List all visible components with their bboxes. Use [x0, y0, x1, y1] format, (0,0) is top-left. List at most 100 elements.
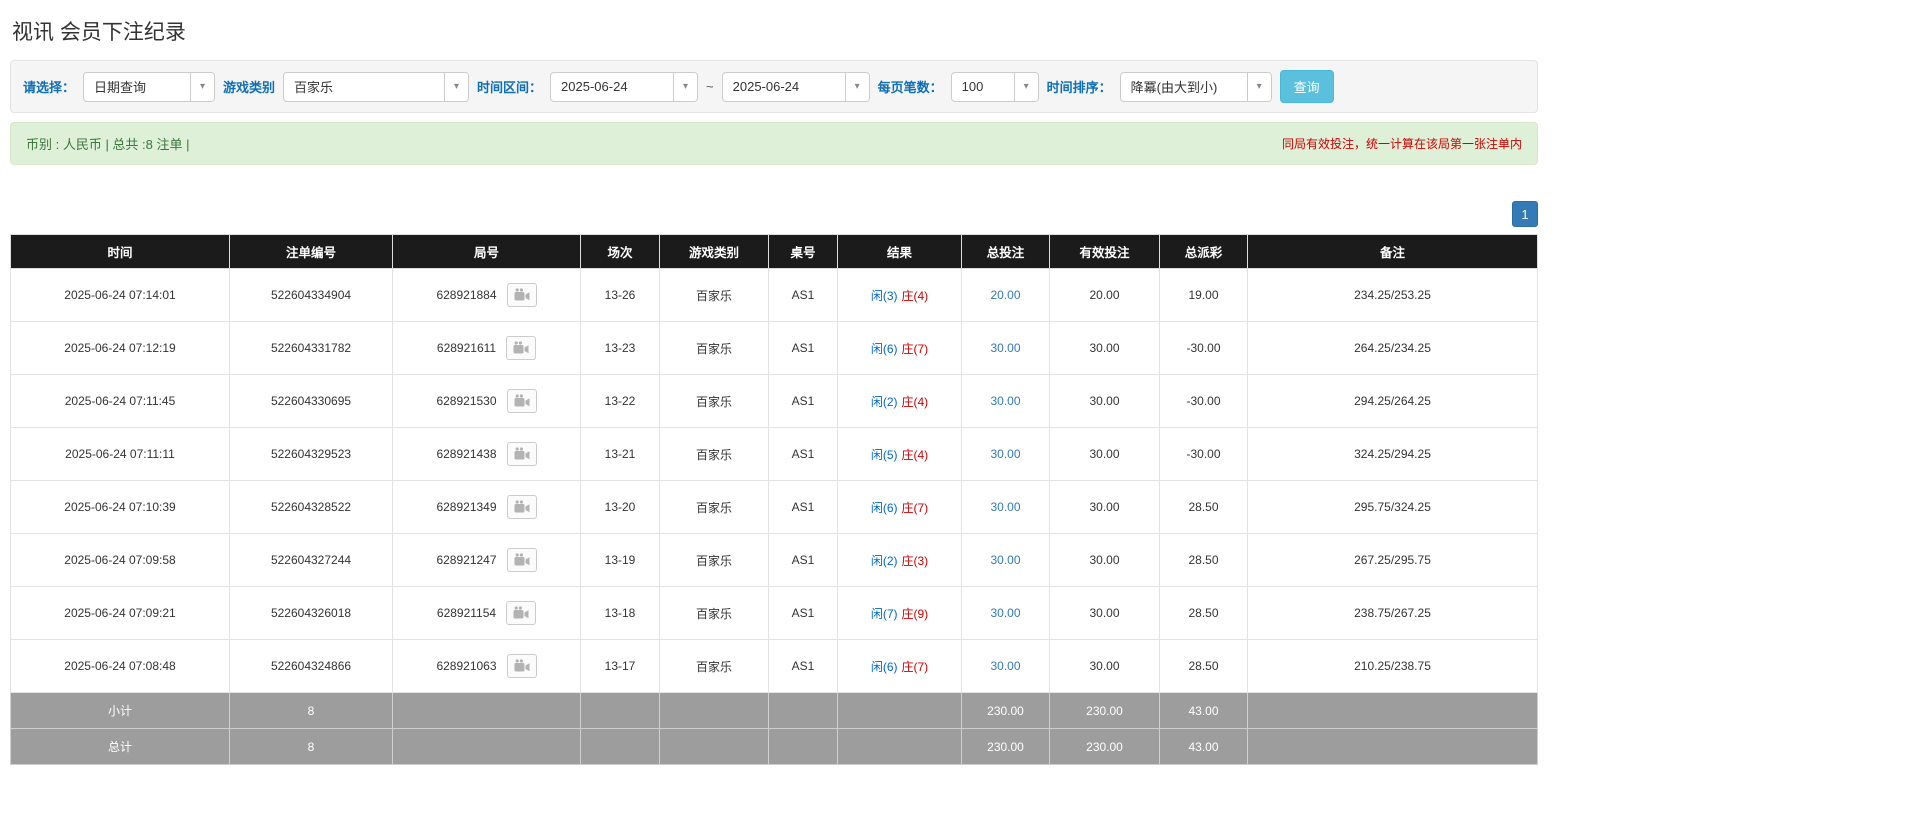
total-bet-link[interactable]: 30.00	[990, 553, 1020, 567]
total-bet-link[interactable]: 30.00	[990, 500, 1020, 514]
video-replay-button[interactable]	[506, 283, 537, 307]
payout-cell: 28.50	[1159, 639, 1248, 693]
player-result: 闲(6)	[870, 500, 898, 515]
table-row: 2025-06-24 07:11:11 522604329523 628921438…	[10, 427, 1538, 481]
summary-valid-bet: 230.00	[1049, 728, 1160, 765]
time-cell: 2025-06-24 07:11:11	[10, 427, 230, 481]
remark-cell: 267.25/295.75	[1247, 533, 1538, 587]
summary-label: 小计	[10, 692, 230, 729]
column-header: 场次	[580, 234, 660, 269]
round-number: 628921247	[436, 553, 497, 567]
date-from-select[interactable]: 2025-06-24 ▾	[550, 71, 699, 102]
total-bet-link[interactable]: 30.00	[990, 341, 1020, 355]
valid-bet-cell: 20.00	[1049, 268, 1160, 322]
table-no-cell: AS1	[768, 268, 838, 322]
round-number: 628921438	[436, 447, 497, 461]
round-cell-inner: 628921438	[436, 442, 537, 466]
summary-empty-cell	[392, 728, 581, 765]
table-no-cell: AS1	[768, 374, 838, 428]
valid-bet-cell: 30.00	[1049, 639, 1160, 693]
total-bet-cell: 20.00	[961, 268, 1050, 322]
total-bet-link[interactable]: 30.00	[990, 606, 1020, 620]
column-header: 备注	[1247, 234, 1538, 269]
summary-empty-cell	[580, 692, 660, 729]
game-type-cell: 百家乐	[659, 533, 769, 587]
summary-count: 8	[229, 728, 393, 765]
player-result: 闲(3)	[870, 288, 898, 303]
pagination-page-1[interactable]: 1	[1512, 201, 1538, 227]
total-bet-link[interactable]: 20.00	[990, 288, 1020, 302]
time-cell: 2025-06-24 07:10:39	[10, 480, 230, 534]
game-type-cell: 百家乐	[659, 480, 769, 534]
summary-empty-cell	[1247, 728, 1538, 765]
summary-empty-cell	[659, 692, 769, 729]
summary-count: 8	[229, 692, 393, 729]
payout-cell: 28.50	[1159, 533, 1248, 587]
game-type-select[interactable]: 百家乐 ▾	[283, 71, 470, 102]
total-bet-cell: 30.00	[961, 480, 1050, 534]
session-cell: 13-18	[580, 586, 660, 640]
round-cell-inner: 628921063	[436, 654, 537, 678]
video-replay-button[interactable]	[506, 601, 537, 625]
result-cell: 闲(6) 庄(7)	[837, 321, 962, 375]
bet-id-cell: 522604329523	[229, 427, 393, 481]
banker-result: 庄(7)	[901, 341, 929, 356]
column-header: 桌号	[768, 234, 838, 269]
result-cell: 闲(2) 庄(4)	[837, 374, 962, 428]
total-bet-link[interactable]: 30.00	[990, 659, 1020, 673]
date-to-value: 2025-06-24	[732, 79, 800, 94]
video-replay-button[interactable]	[506, 654, 537, 678]
game-type-cell: 百家乐	[659, 268, 769, 322]
video-replay-button[interactable]	[506, 495, 537, 519]
date-range-label: 时间区间：	[477, 80, 543, 95]
table-no-cell: AS1	[768, 533, 838, 587]
summary-empty-cell	[768, 692, 838, 729]
search-button[interactable]: 查询	[1279, 70, 1334, 103]
total-bet-link[interactable]: 30.00	[990, 447, 1020, 461]
remark-cell: 294.25/264.25	[1247, 374, 1538, 428]
payout-cell: 28.50	[1159, 480, 1248, 534]
date-to-select[interactable]: 2025-06-24 ▾	[721, 71, 870, 102]
valid-bet-cell: 30.00	[1049, 480, 1160, 534]
video-replay-button[interactable]	[506, 442, 537, 466]
payout-cell: 28.50	[1159, 586, 1248, 640]
summary-row: 总计 8 230.00 230.00 43.00	[10, 728, 1538, 765]
query-type-select[interactable]: 日期查询 ▾	[83, 71, 216, 102]
banker-result: 庄(4)	[901, 394, 929, 409]
game-type-value: 百家乐	[294, 80, 334, 95]
round-cell-inner: 628921154	[437, 601, 537, 625]
column-header: 总投注	[961, 234, 1050, 269]
total-bet-cell: 30.00	[961, 639, 1050, 693]
result-cell: 闲(6) 庄(7)	[837, 639, 962, 693]
remark-cell: 234.25/253.25	[1247, 268, 1538, 322]
chevron-down-icon: ▾	[444, 72, 469, 101]
payout-cell: -30.00	[1159, 427, 1248, 481]
table-row: 2025-06-24 07:08:48 522604324866 628921063…	[10, 639, 1538, 693]
game-type-label: 游戏类别	[223, 80, 276, 95]
bet-id-cell: 522604327244	[229, 533, 393, 587]
video-icon	[513, 341, 529, 354]
remark-cell: 238.75/267.25	[1247, 586, 1538, 640]
video-icon	[514, 553, 530, 566]
sort-select[interactable]: 降冪(由大到小) ▾	[1119, 71, 1272, 102]
table-row: 2025-06-24 07:10:39 522604328522 628921349…	[10, 480, 1538, 534]
total-bet-link[interactable]: 30.00	[990, 394, 1020, 408]
summary-row: 小计 8 230.00 230.00 43.00	[10, 692, 1538, 729]
total-bet-cell: 30.00	[961, 533, 1050, 587]
video-replay-button[interactable]	[506, 389, 537, 413]
player-result: 闲(2)	[870, 394, 898, 409]
total-bet-cell: 30.00	[961, 321, 1050, 375]
video-replay-button[interactable]	[506, 336, 537, 360]
page-title: 视讯 会员下注纪录	[12, 21, 186, 44]
round-cell: 628921154	[392, 586, 581, 640]
page-size-select[interactable]: 100 ▾	[950, 71, 1039, 102]
banker-result: 庄(4)	[901, 288, 929, 303]
summary-total-bet: 230.00	[961, 728, 1050, 765]
video-replay-button[interactable]	[506, 548, 537, 572]
result-cell: 闲(5) 庄(4)	[837, 427, 962, 481]
round-cell: 628921611	[392, 321, 581, 375]
summary-empty-cell	[837, 692, 962, 729]
player-result: 闲(6)	[870, 341, 898, 356]
summary-label: 总计	[10, 728, 230, 765]
round-number: 628921063	[436, 659, 497, 673]
